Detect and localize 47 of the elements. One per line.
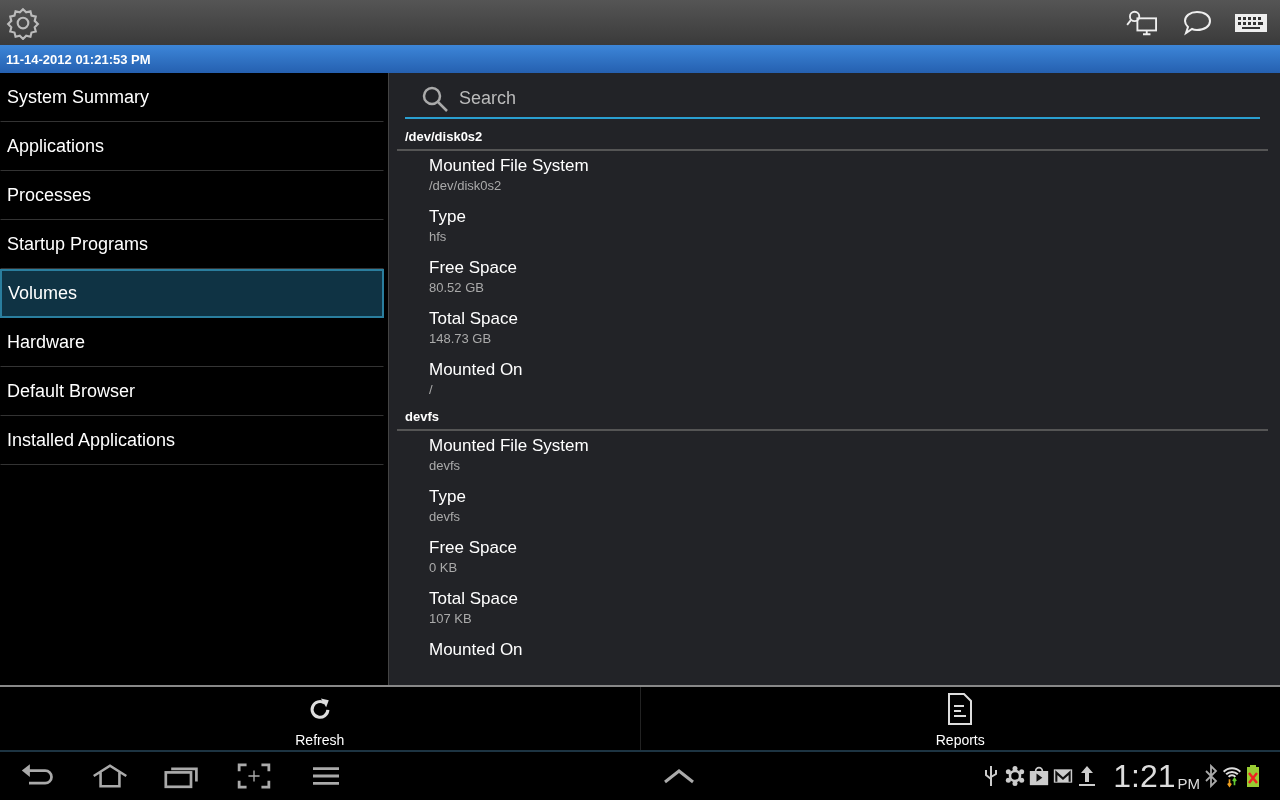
property-value: 80.52 GB [429,279,485,297]
sidebar-item[interactable]: Processes [0,171,384,220]
sidebar-item[interactable]: Installed Applications [0,416,384,465]
sidebar-item[interactable]: Applications [0,122,384,171]
section-header: devfs [404,408,440,426]
section-header: /dev/disk0s2 [404,128,484,146]
property-label: Type [429,206,467,228]
remote-monitor-icon[interactable] [1126,8,1160,37]
sidebar-item[interactable]: Hardware [0,318,384,367]
property-value: / [429,381,434,399]
property-value: 107 KB [429,610,473,628]
property-label: Free Space [429,537,518,559]
bluetooth-icon [1204,764,1218,788]
property-label: Mounted On [429,639,524,661]
property-label: Type [429,486,467,508]
settings-icon[interactable] [6,5,40,40]
timestamp: 11-14-2012 01:21:53 PM [6,51,151,67]
refresh-button[interactable]: Refresh [0,687,641,750]
property-label: Mounted File System [429,435,590,457]
property-label: Total Space [429,308,519,330]
property-value: /dev/disk0s2 [429,177,503,195]
caret-icon[interactable] [662,768,695,784]
clock-time: 1:21 [1113,757,1176,795]
reports-button[interactable]: Reports [640,687,1280,750]
gear-icon [1005,764,1026,788]
property-value: 0 KB [429,559,459,577]
property-value: devfs [429,457,462,475]
property-value: 148.73 GB [429,330,493,348]
property-label: Free Space [429,257,518,279]
play-store-icon [1029,764,1050,788]
search-field[interactable]: Search [405,79,1260,119]
sidebar-item[interactable]: Default Browser [0,367,384,416]
home-icon[interactable] [92,763,128,789]
document-icon [946,692,975,726]
sidebar-item[interactable]: System Summary [0,73,384,122]
upload-icon [1077,764,1098,788]
clock-period: PM [1177,775,1200,792]
property-value: devfs [429,508,462,526]
wifi-icon [1222,764,1242,788]
battery-icon [1246,764,1260,788]
sidebar-item[interactable]: Volumes [0,269,384,318]
property-value: hfs [429,228,448,246]
property-label: Mounted On [429,359,524,381]
screenshot-icon[interactable] [236,763,272,789]
property-label: Total Space [429,588,519,610]
property-label: Mounted File System [429,155,590,177]
search-icon [421,85,449,113]
